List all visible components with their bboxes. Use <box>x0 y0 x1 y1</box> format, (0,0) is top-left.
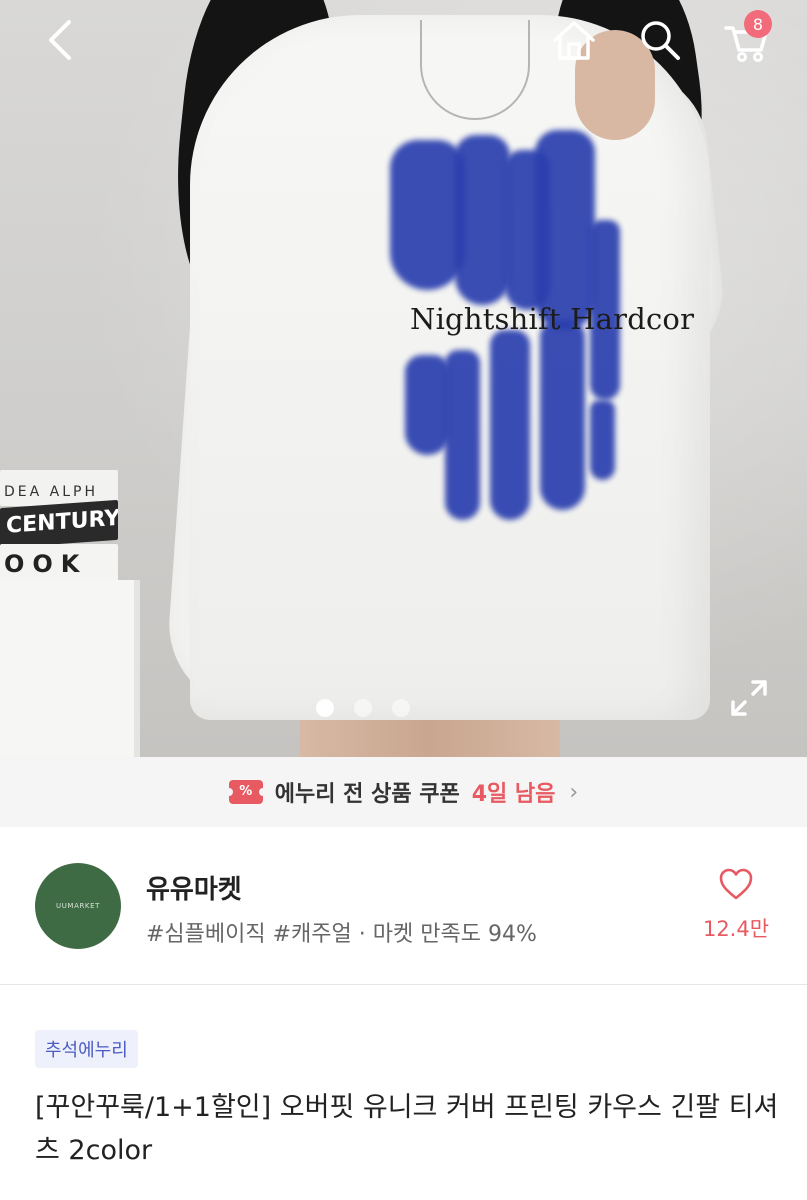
store-tags: #심플베이직 #캐주얼 · 마켓 만족도 94% <box>146 922 537 947</box>
cart-count-badge: 8 <box>744 10 772 38</box>
product-image-carousel[interactable]: Nightshift Hardcor DEA ALPH CENTURY OOK … <box>0 0 807 757</box>
favorite-button[interactable]: 12.4만 <box>696 867 776 943</box>
back-button[interactable] <box>32 12 88 68</box>
home-button[interactable] <box>546 12 602 68</box>
chevron-left-icon <box>49 20 71 60</box>
print-paint-stroke <box>445 350 480 520</box>
coupon-days-left: 4일 남음 <box>471 782 556 807</box>
carousel-indicator <box>316 699 410 717</box>
print-paint-stroke <box>540 320 585 510</box>
search-button[interactable] <box>632 12 688 68</box>
print-paint-stroke <box>535 130 595 330</box>
section-divider <box>0 984 807 985</box>
print-paint-stroke <box>590 400 615 480</box>
store-info[interactable]: UUMARKET 유유마켓 #심플베이직 #캐주얼 · 마켓 만족도 94% 1… <box>0 827 807 984</box>
expand-icon <box>731 680 767 716</box>
shelf-stand <box>0 580 140 757</box>
search-icon <box>641 21 680 60</box>
print-paint-stroke <box>455 135 510 305</box>
coupon-text: 에누리 전 상품 쿠폰 <box>274 782 460 807</box>
store-name[interactable]: 유유마켓 <box>146 869 242 906</box>
cart-button[interactable]: 8 <box>718 10 774 68</box>
carousel-dot[interactable] <box>392 699 410 717</box>
store-logo[interactable]: UUMARKET <box>35 863 121 949</box>
shirt-print-text: Nightshift Hardcor <box>410 302 695 336</box>
home-icon <box>553 21 595 60</box>
book-shelf: DEA ALPH CENTURY OOK <box>0 470 140 757</box>
book-spine: OOK <box>0 544 118 584</box>
book-spine: CENTURY <box>0 499 118 549</box>
coupon-icon: % <box>224 780 267 804</box>
coupon-icon-label: % <box>239 784 253 799</box>
carousel-dot[interactable] <box>316 699 334 717</box>
print-paint-stroke <box>390 140 465 290</box>
expand-image-button[interactable] <box>725 674 773 722</box>
print-paint-stroke <box>490 330 530 520</box>
heart-icon <box>719 868 753 900</box>
favorite-count: 12.4만 <box>702 917 770 941</box>
coupon-banner[interactable]: % 에누리 전 상품 쿠폰 4일 남음 › <box>0 757 807 827</box>
product-title: [꾸안꾸룩/1+1할인] 오버핏 유니크 커버 프린팅 카우스 긴팔 티셔츠 2… <box>35 1092 779 1166</box>
carousel-dot[interactable] <box>354 699 372 717</box>
chevron-right-icon: › <box>569 779 579 805</box>
event-badge: 추석에누리 <box>35 1030 138 1068</box>
print-paint-stroke <box>405 355 450 455</box>
